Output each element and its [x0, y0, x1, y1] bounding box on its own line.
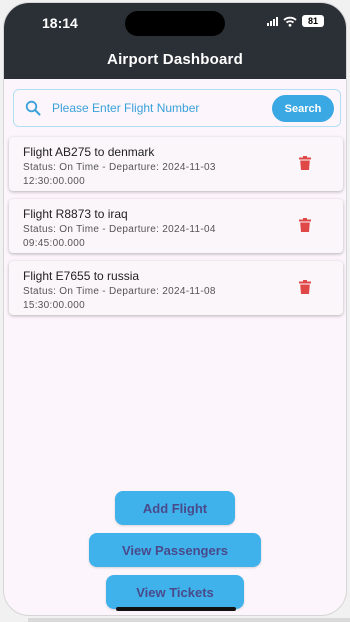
search-input[interactable] — [52, 97, 267, 119]
status-icons: 81 — [267, 15, 324, 27]
flight-status: Status: On Time - Departure: 2024-11-04 … — [23, 224, 216, 249]
flight-status: Status: On Time - Departure: 2024-11-08 … — [23, 286, 216, 311]
search-button[interactable]: Search — [272, 95, 334, 122]
trash-icon[interactable] — [299, 218, 311, 237]
view-passengers-button[interactable]: View Passengers — [89, 533, 261, 567]
search-bar: Search — [13, 89, 341, 127]
dynamic-island — [125, 11, 225, 36]
trash-icon[interactable] — [299, 156, 311, 175]
flight-title: Flight AB275 to denmark — [23, 145, 155, 159]
app-bar: 18:14 81 Airport Dashboard — [4, 3, 346, 79]
view-tickets-button[interactable]: View Tickets — [106, 575, 244, 609]
search-icon — [25, 100, 41, 121]
signal-icon — [267, 16, 278, 26]
bottom-edge — [28, 618, 350, 622]
trash-icon[interactable] — [299, 280, 311, 299]
add-flight-button[interactable]: Add Flight — [115, 491, 235, 525]
flight-card[interactable]: Flight R8873 to iraq Status: On Time - D… — [9, 199, 343, 253]
home-indicator — [116, 607, 236, 611]
flight-status: Status: On Time - Departure: 2024-11-03 … — [23, 162, 216, 187]
page-title: Airport Dashboard — [107, 51, 243, 68]
status-time: 18:14 — [42, 15, 78, 31]
flight-title: Flight R8873 to iraq — [23, 207, 128, 221]
phone-screen: 18:14 81 Airport Dashboard Search Flight… — [3, 2, 347, 616]
flight-title: Flight E7655 to russia — [23, 269, 140, 283]
flight-card[interactable]: Flight E7655 to russia Status: On Time -… — [9, 261, 343, 315]
wifi-icon — [283, 16, 297, 27]
flight-card[interactable]: Flight AB275 to denmark Status: On Time … — [9, 137, 343, 191]
battery-icon: 81 — [302, 15, 324, 27]
